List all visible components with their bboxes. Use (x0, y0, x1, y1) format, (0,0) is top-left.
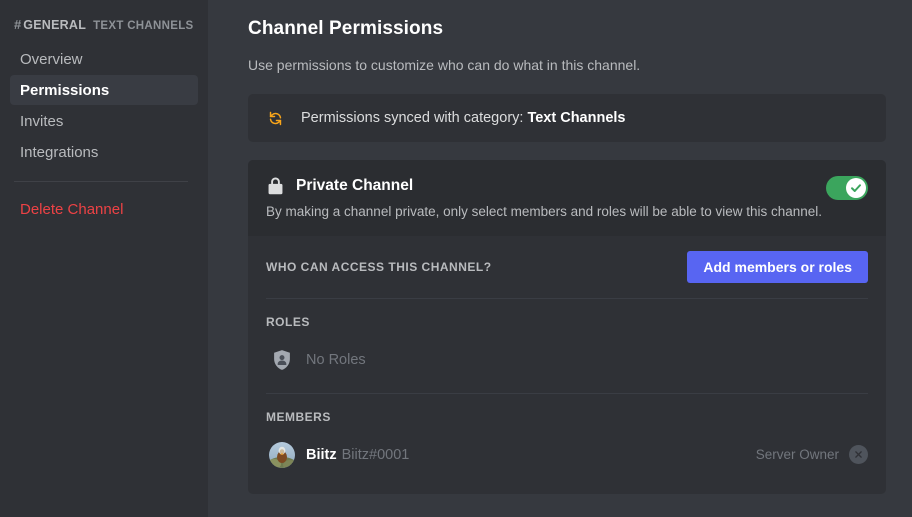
role-shield-icon (270, 348, 294, 372)
sidebar-channel-category: TEXT CHANNELS (93, 20, 194, 32)
settings-main-panel: Channel Permissions Use permissions to c… (208, 0, 912, 517)
add-members-or-roles-button[interactable]: Add members or roles (687, 250, 868, 283)
sync-banner-prefix: Permissions synced with category: (301, 110, 524, 126)
page-subtitle: Use permissions to customize who can do … (248, 57, 641, 73)
sidebar-item-label: Invites (20, 112, 64, 130)
member-tag: Biitz#0001 (341, 446, 410, 463)
private-channel-heading-row: Private Channel (266, 176, 868, 196)
sync-icon (266, 109, 284, 127)
sidebar-item-label: Permissions (20, 81, 110, 99)
member-row[interactable]: Biitz Biitz#0001 Server Owner (266, 438, 868, 472)
sidebar-item-integrations[interactable]: Integrations (10, 137, 198, 167)
delete-channel-button[interactable]: Delete Channel (10, 194, 198, 224)
roles-empty-row: No Roles (266, 343, 868, 377)
members-section-label: MEMBERS (266, 409, 331, 424)
settings-window: # GENERAL TEXT CHANNELS Overview Permiss… (0, 0, 912, 517)
sidebar-item-label: Overview (20, 50, 83, 68)
members-section: MEMBERS Biitz Biitz#0001 Server Owner (248, 394, 886, 494)
permissions-card: Private Channel By making a channel priv… (248, 160, 886, 494)
sidebar-item-permissions[interactable]: Permissions (10, 75, 198, 105)
avatar (269, 441, 295, 468)
access-section-row: WHO CAN ACCESS THIS CHANNEL? Add members… (266, 236, 868, 298)
roles-empty-text: No Roles (306, 351, 366, 368)
sidebar-channel-header: # GENERAL TEXT CHANNELS (0, 18, 208, 32)
delete-channel-label: Delete Channel (20, 200, 124, 218)
sidebar-item-label: Integrations (20, 143, 99, 161)
sidebar-channel-name: GENERAL (23, 18, 87, 32)
member-name: Biitz (306, 446, 337, 463)
members-bottom-spacer (266, 472, 868, 494)
member-row-actions: Server Owner (755, 445, 868, 465)
access-section: WHO CAN ACCESS THIS CHANNEL? Add members… (248, 236, 886, 298)
private-channel-toggle[interactable] (826, 176, 868, 200)
remove-member-icon[interactable] (849, 445, 868, 465)
sidebar-item-overview[interactable]: Overview (10, 44, 198, 74)
sync-banner-text: Permissions synced with category: Text C… (301, 110, 625, 126)
access-section-label: WHO CAN ACCESS THIS CHANNEL? (266, 259, 492, 274)
settings-sidebar: # GENERAL TEXT CHANNELS Overview Permiss… (0, 0, 208, 517)
sidebar-divider (14, 181, 188, 182)
lock-icon (266, 176, 284, 196)
private-channel-title: Private Channel (296, 177, 414, 194)
hash-icon: # (14, 18, 22, 32)
sidebar-item-invites[interactable]: Invites (10, 106, 198, 136)
private-channel-description: By making a channel private, only select… (266, 204, 823, 219)
roles-section-label: ROLES (266, 314, 310, 329)
sync-banner-category: Text Channels (527, 110, 626, 126)
page-title: Channel Permissions (248, 18, 444, 39)
member-role-label: Server Owner (755, 447, 839, 463)
toggle-knob (846, 178, 866, 198)
private-channel-section: Private Channel By making a channel priv… (248, 160, 886, 236)
permissions-sync-banner: Permissions synced with category: Text C… (248, 94, 886, 142)
roles-section: ROLES No Roles (248, 299, 886, 393)
